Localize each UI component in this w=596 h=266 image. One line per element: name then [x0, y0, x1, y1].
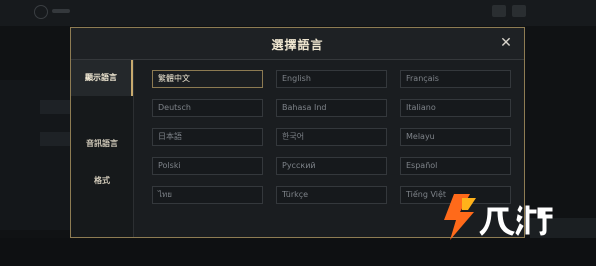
- background-settings-icon: [512, 5, 526, 17]
- tab-display-language[interactable]: 顯示語言: [71, 60, 133, 96]
- background-side-item: [40, 100, 70, 114]
- language-option-german[interactable]: Deutsch: [152, 99, 263, 117]
- language-option-japanese[interactable]: 日本語: [152, 128, 263, 146]
- language-option-turkish[interactable]: Türkçe: [276, 186, 387, 204]
- background-status-bar: [52, 9, 70, 13]
- close-button[interactable]: ✕: [498, 35, 514, 51]
- language-option-thai[interactable]: ไทย: [152, 186, 263, 204]
- language-option-french[interactable]: Français: [400, 70, 511, 88]
- tab-format[interactable]: 格式: [71, 163, 133, 199]
- background-menu-icon: [492, 5, 506, 17]
- language-option-indonesian[interactable]: Bahasa Ind: [276, 99, 387, 117]
- tab-audio-language[interactable]: 音訊語言: [71, 126, 133, 162]
- language-option-spanish[interactable]: Español: [400, 157, 511, 175]
- dialog-title: 選擇語言: [271, 38, 324, 52]
- language-option-traditional-chinese[interactable]: 繁體中文: [152, 70, 263, 88]
- language-option-polish[interactable]: Polski: [152, 157, 263, 175]
- language-option-russian[interactable]: Русский: [276, 157, 387, 175]
- background-side-panel: [0, 80, 70, 230]
- settings-sidebar: 顯示語言 音訊語言 格式: [71, 60, 134, 237]
- language-option-malay[interactable]: Melayu: [400, 128, 511, 146]
- background-side-item: [40, 132, 70, 146]
- dialog-header: 選擇語言 ✕: [71, 28, 524, 60]
- language-option-english[interactable]: English: [276, 70, 387, 88]
- language-option-korean[interactable]: 한국어: [276, 128, 387, 146]
- language-option-italian[interactable]: Italiano: [400, 99, 511, 117]
- background-profile-icon: [34, 5, 48, 19]
- nine-game-logo-icon: [444, 194, 553, 240]
- background-top-bar: [0, 0, 596, 26]
